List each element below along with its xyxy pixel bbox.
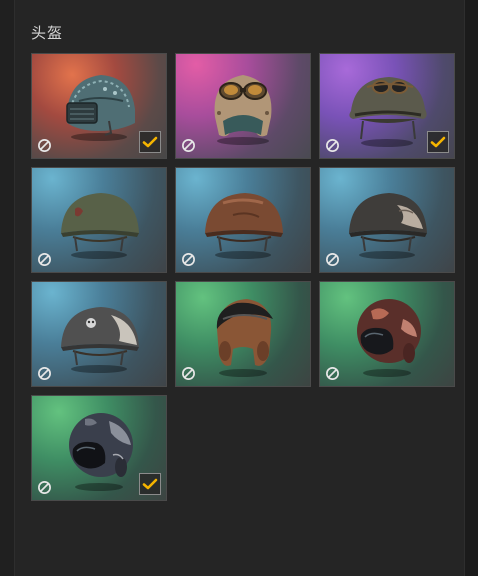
checkmark-icon bbox=[142, 136, 158, 148]
banned-icon bbox=[38, 481, 51, 494]
goggles-steel-helmet-icon bbox=[349, 77, 427, 147]
section-title: 头盔 bbox=[31, 24, 64, 42]
banned-icon bbox=[326, 253, 339, 266]
banned-icon bbox=[182, 253, 195, 266]
helmet-slot-2[interactable] bbox=[175, 53, 311, 159]
visor-riding-helmet-dark-camo-icon bbox=[69, 413, 133, 491]
banned-icon bbox=[182, 367, 195, 380]
equipped-checkbox[interactable] bbox=[427, 131, 449, 153]
olive-military-helmet-icon bbox=[61, 193, 139, 259]
helmet-grid bbox=[31, 53, 455, 501]
equipped-checkbox[interactable] bbox=[139, 131, 161, 153]
banned-icon bbox=[326, 367, 339, 380]
aviator-goggles-cap-helmet-icon bbox=[214, 75, 272, 145]
banned-icon bbox=[38, 139, 51, 152]
visor-riding-helmet-red-camo-icon bbox=[357, 299, 421, 377]
level-3-spetsnaz-helmet-icon bbox=[66, 75, 135, 141]
skull-emblem-military-helmet-icon bbox=[61, 307, 139, 373]
brown-leather-military-helmet-icon bbox=[205, 193, 283, 259]
visor-riding-helmet-brown-icon bbox=[216, 299, 273, 377]
equipped-checkbox[interactable] bbox=[139, 473, 161, 495]
panel-edge bbox=[465, 0, 478, 576]
helmet-slot-3[interactable] bbox=[319, 53, 455, 159]
banned-icon bbox=[38, 367, 51, 380]
banned-icon bbox=[182, 139, 195, 152]
helmet-slot-6[interactable] bbox=[319, 167, 455, 273]
helmet-slot-5[interactable] bbox=[175, 167, 311, 273]
helmet-slot-4[interactable] bbox=[31, 167, 167, 273]
helmet-slot-7[interactable] bbox=[31, 281, 167, 387]
checkmark-icon bbox=[430, 136, 446, 148]
helmet-slot-10[interactable] bbox=[31, 395, 167, 501]
banned-icon bbox=[38, 253, 51, 266]
banned-icon bbox=[326, 139, 339, 152]
helmet-inventory-panel: 头盔 bbox=[14, 0, 465, 576]
helmet-slot-9[interactable] bbox=[319, 281, 455, 387]
helmet-slot-8[interactable] bbox=[175, 281, 311, 387]
helmet-slot-1[interactable] bbox=[31, 53, 167, 159]
worn-camo-military-helmet-icon bbox=[349, 193, 427, 259]
checkmark-icon bbox=[142, 478, 158, 490]
